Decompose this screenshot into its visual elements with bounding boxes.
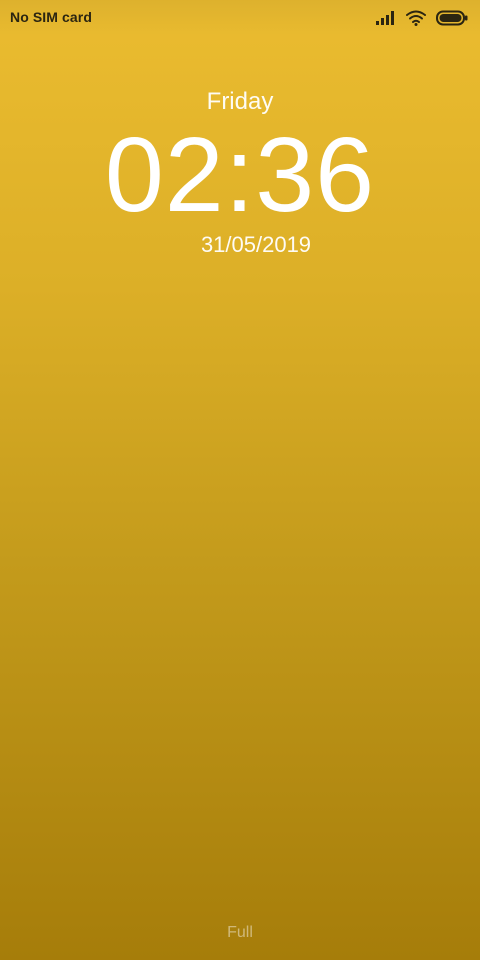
lock-clock: Friday 02:36 31/05/2019 [0,0,480,300]
lock-screen: No SIM card Friday 02:36 31/05/2019 Full [0,0,480,960]
battery-status-label: Full [227,924,253,941]
day-label: Friday [206,88,274,115]
clock-time: 02:36 [104,116,376,234]
date-label: 31/05/2019 [200,232,312,257]
